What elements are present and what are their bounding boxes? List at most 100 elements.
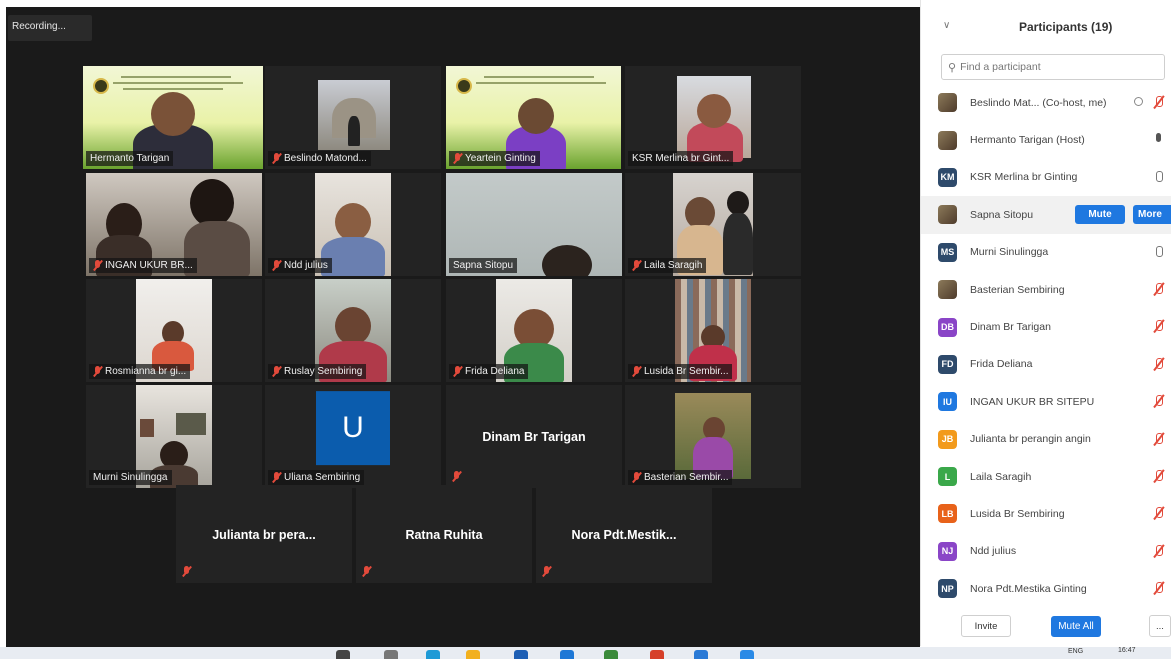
video-tile[interactable]: KSR Merlina br Gint...	[625, 66, 801, 169]
participant-row[interactable]: IU INGAN UKUR BR SITEPU	[921, 383, 1171, 420]
participant-row[interactable]: Sapna Sitopu Mute More	[921, 196, 1171, 234]
video-tile[interactable]: Rosmianna br gi...	[86, 279, 262, 382]
tile-name-label: Uliana Sembiring	[268, 470, 365, 485]
tile-name-label: Basterian Sembir...	[628, 470, 733, 485]
mic-muted-icon	[1153, 544, 1165, 559]
tile-name-label: Rosmianna br gi...	[89, 364, 191, 379]
tile-center-name: Ratna Ruhita	[405, 528, 483, 543]
mute-participant-button[interactable]: Mute	[1075, 205, 1125, 225]
video-tile[interactable]: Ruslay Sembiring	[265, 279, 441, 382]
video-tile[interactable]: Ratna Ruhita	[356, 485, 532, 583]
video-tile[interactable]: Basterian Sembir...	[625, 385, 801, 488]
avatar: MS	[938, 242, 957, 262]
video-tile[interactable]: Dinam Br Tarigan	[446, 385, 622, 488]
video-tile[interactable]: Frida Deliana	[446, 279, 622, 382]
participant-row[interactable]: MS Murni Sinulingga	[921, 234, 1171, 271]
edge-icon[interactable]	[426, 650, 440, 659]
participant-row[interactable]: FD Frida Deliana	[921, 346, 1171, 383]
participant-name: Sapna Sitopu	[970, 208, 1034, 221]
logo-icon	[456, 78, 472, 94]
participant-name: Dinam Br Tarigan	[970, 321, 1051, 334]
video-tile[interactable]: INGAN UKUR BR...	[86, 173, 262, 276]
logo-icon	[93, 78, 109, 94]
mic-muted-icon	[1153, 357, 1165, 372]
participant-name: Laila Saragih	[970, 470, 1032, 483]
participant-row[interactable]: NJ Ndd julius	[921, 533, 1171, 570]
video-tile[interactable]: Yeartein Ginting	[446, 66, 621, 169]
mic-muted-icon	[1153, 582, 1165, 596]
video-tile[interactable]: Laila Saragih	[625, 173, 801, 276]
mic-muted-icon	[93, 260, 102, 271]
mic-muted-icon	[1153, 507, 1165, 521]
avatar: LB	[938, 504, 957, 524]
mic-muted-icon	[362, 566, 371, 577]
search-icon: ⚲	[948, 61, 957, 74]
participant-name: Ndd julius	[970, 545, 1017, 558]
video-status-icon	[1134, 97, 1143, 106]
search-input[interactable]	[960, 61, 1131, 73]
folder-icon[interactable]	[466, 650, 480, 659]
more-options-button[interactable]: ...	[1149, 615, 1171, 637]
participant-row[interactable]: LB Lusida Br Sembiring	[921, 495, 1171, 532]
participant-row[interactable]: JB Julianta br perangin angin	[921, 421, 1171, 458]
tile-name-label: Sapna Sitopu	[449, 258, 518, 273]
video-tile[interactable]: U Uliana Sembiring	[265, 385, 441, 488]
zoom-icon[interactable]	[560, 650, 574, 659]
search-icon[interactable]	[336, 650, 350, 659]
panel-footer: Invite Mute All ...	[921, 606, 1171, 646]
invite-button[interactable]: Invite	[961, 615, 1011, 637]
video-tile[interactable]: Nora Pdt.Mestik...	[536, 485, 712, 583]
participant-row[interactable]: Basterian Sembiring	[921, 271, 1171, 308]
excel-icon[interactable]	[604, 650, 618, 659]
tile-name-label: KSR Merlina br Gint...	[628, 151, 734, 166]
participant-name: INGAN UKUR BR SITEPU	[970, 395, 1095, 408]
tile-name-label: Beslindo Matond...	[268, 151, 371, 166]
tile-name-label: Yeartein Ginting	[449, 151, 540, 166]
mic-muted-icon	[182, 566, 191, 577]
video-tile[interactable]: Hermanto Tarigan	[83, 66, 263, 169]
participant-row[interactable]: NP Nora Pdt.Mestika Ginting	[921, 570, 1171, 607]
participant-row[interactable]: Hermanto Tarigan (Host)	[921, 121, 1171, 158]
video-tile[interactable]: Lusida Br Sembir...	[625, 279, 801, 382]
avatar	[938, 280, 957, 300]
mic-muted-icon	[1153, 96, 1165, 110]
mic-muted-icon	[1153, 282, 1165, 297]
word-icon[interactable]	[514, 650, 528, 659]
mic-muted-icon	[1153, 395, 1165, 409]
video-tile[interactable]: Ndd julius	[265, 173, 441, 276]
more-participant-button[interactable]: More	[1133, 205, 1171, 225]
participant-row[interactable]: DB Dinam Br Tarigan	[921, 308, 1171, 345]
participant-row[interactable]: Beslindo Mat... (Co-host, me)	[921, 84, 1171, 121]
video-tile[interactable]: Murni Sinulingga	[86, 385, 262, 488]
participant-search[interactable]: ⚲	[941, 54, 1165, 80]
app-icon[interactable]	[740, 650, 754, 659]
participant-name: Julianta br perangin angin	[970, 433, 1091, 446]
participant-name: Nora Pdt.Mestika Ginting	[970, 582, 1087, 595]
camera-feed	[677, 76, 751, 162]
taskbar: ENG 16:47	[0, 647, 1171, 659]
avatar: NP	[938, 579, 957, 599]
participant-row[interactable]: L Laila Saragih	[921, 458, 1171, 495]
mute-all-button[interactable]: Mute All	[1051, 616, 1101, 637]
mic-muted-icon	[272, 366, 281, 377]
avatar: JB	[938, 429, 957, 449]
panel-header: ∨ Participants (19)	[921, 0, 1171, 54]
video-tile[interactable]: Sapna Sitopu	[446, 173, 622, 276]
mic-muted-icon	[453, 153, 462, 164]
mic-icon	[1153, 170, 1165, 185]
participant-name: Frida Deliana	[970, 358, 1033, 371]
tile-name-label: Murni Sinulingga	[89, 470, 172, 485]
video-tile[interactable]: Beslindo Matond...	[265, 66, 441, 169]
language-indicator[interactable]: ENG	[1068, 648, 1083, 655]
task-view-icon[interactable]	[384, 650, 398, 659]
avatar	[938, 130, 957, 150]
chrome-icon[interactable]	[650, 650, 664, 659]
chevron-down-icon[interactable]: ∨	[943, 20, 950, 31]
participant-row[interactable]: KM KSR Merlina br Ginting	[921, 159, 1171, 196]
app-icon[interactable]	[694, 650, 708, 659]
avatar: NJ	[938, 541, 957, 561]
avatar: KM	[938, 167, 957, 187]
tile-center-name: Dinam Br Tarigan	[482, 430, 586, 445]
clock[interactable]: 16:47	[1118, 647, 1136, 654]
video-tile[interactable]: Julianta br pera...	[176, 485, 352, 583]
